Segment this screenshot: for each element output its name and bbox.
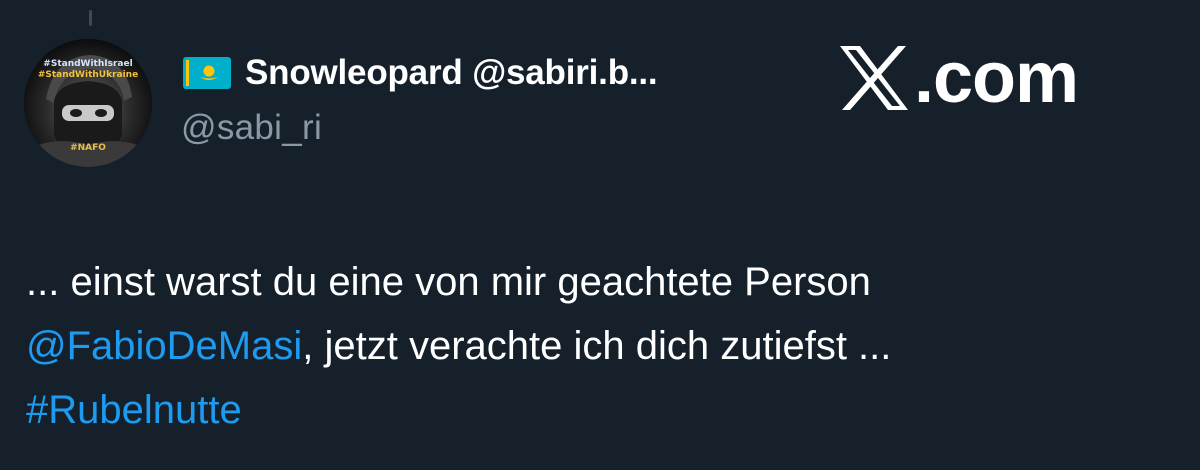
mention-link[interactable]: @FabioDeMasi	[26, 324, 302, 368]
tweet-text: ... einst warst du eine von mir geachtet…	[26, 250, 1176, 442]
thread-connector-line	[89, 10, 92, 26]
author-display-name[interactable]: Snowleopard @sabiri.b...	[245, 53, 657, 93]
kazakhstan-flag-icon	[183, 57, 231, 89]
avatar-badge-israel: #StandWithIsrael	[43, 59, 133, 69]
hashtag-link[interactable]: #Rubelnutte	[26, 388, 242, 432]
tweet-line-2-text: , jetzt verachte ich dich zutiefst ...	[302, 324, 892, 368]
tweet-line-1: ... einst warst du eine von mir geachtet…	[26, 260, 871, 304]
tweet-line-2: @FabioDeMasi, jetzt verachte ich dich zu…	[26, 314, 1176, 378]
tweet-line-3: #Rubelnutte	[26, 378, 1176, 442]
avatar-badge-nafo: #NAFO	[70, 143, 106, 153]
avatar[interactable]: #StandWithIsrael #StandWithUkraine #NAFO	[24, 39, 152, 167]
avatar-badge-text: #StandWithIsrael #StandWithUkraine	[32, 59, 144, 81]
avatar-badge-ukraine: #StandWithUkraine	[37, 70, 139, 80]
tweet-card: #StandWithIsrael #StandWithUkraine #NAFO…	[0, 0, 1200, 470]
author-handle[interactable]: @sabi_ri	[181, 108, 322, 148]
brand-logo: .com	[838, 38, 1079, 118]
brand-domain-text: .com	[914, 38, 1079, 118]
author-name-row[interactable]: Snowleopard @sabiri.b...	[183, 50, 657, 96]
x-logo-icon	[840, 46, 908, 110]
